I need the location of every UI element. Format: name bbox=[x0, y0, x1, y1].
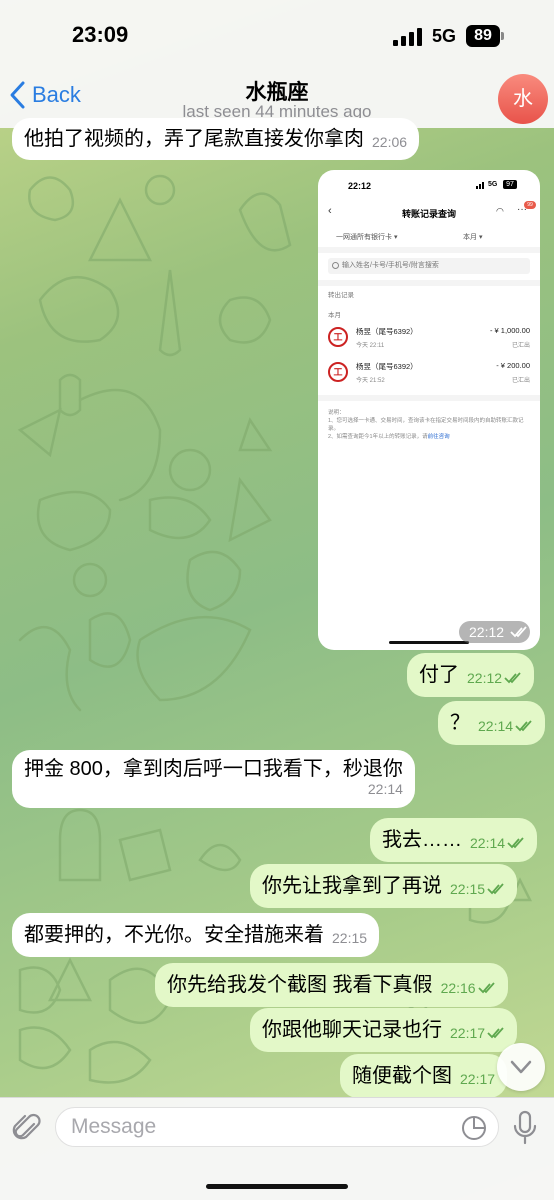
message-text: 押金 800，拿到肉后呼一口我看下，秒退你 bbox=[24, 758, 403, 780]
message-text: 都要押的，不光你。安全措施来着 bbox=[24, 924, 324, 946]
divider bbox=[318, 280, 540, 286]
record-status: 已汇出 bbox=[511, 378, 530, 384]
screenshot-battery: 97 bbox=[503, 180, 517, 189]
record-amount: - ¥ 1,000.00 bbox=[489, 326, 530, 335]
home-indicator bbox=[206, 1184, 348, 1189]
message-time: 22:17 bbox=[450, 1025, 505, 1041]
message-time: 22:15 bbox=[450, 881, 505, 897]
record-amount: - ¥ 200.00 bbox=[496, 361, 530, 370]
screenshot-filter-bank: 一网通所有银行卡 ▾ bbox=[336, 234, 398, 241]
record-date: 今天 22:11 bbox=[356, 343, 385, 349]
network-type: 5G bbox=[432, 26, 457, 46]
note-title: 说明： bbox=[328, 410, 345, 416]
avatar[interactable]: 水 bbox=[498, 74, 548, 124]
double-check-icon bbox=[510, 626, 527, 638]
divider bbox=[318, 395, 540, 401]
navigation-bar: 23:09 5G 89 Back 水瓶座 last seen 44 minute… bbox=[0, 0, 554, 128]
message-time: 22:12 bbox=[469, 624, 505, 640]
message-outgoing[interactable]: 你先让我拿到了再说 22:15 bbox=[250, 864, 518, 908]
screenshot-note: 说明： 1、您可选择一卡通、交易时间，查询该卡在指定交易时间段内的自助转账汇款记… bbox=[328, 409, 530, 441]
message-text: ？ bbox=[450, 712, 470, 734]
message-incoming[interactable]: 他拍了视频的，弄了尾款直接发你拿肉 22:06 bbox=[12, 118, 420, 160]
image-message[interactable]: 22:12 5G 97 ‹ 转账记录查询 ◠ ··· 99 一网通所有银行卡 ▾… bbox=[318, 170, 540, 650]
message-outgoing[interactable]: 我去…… 22:14 bbox=[370, 818, 538, 862]
screenshot-search: 输入姓名/卡号/手机号/附言搜索 bbox=[328, 258, 530, 274]
record-status: 已汇出 bbox=[511, 343, 530, 349]
screenshot-filter-period: 本月 ▾ bbox=[463, 234, 483, 241]
message-time: 22:12 bbox=[467, 670, 522, 686]
message-text: 你跟他聊天记录也行 bbox=[262, 1019, 442, 1041]
status-time: 23:09 bbox=[72, 22, 129, 47]
message-text: 随便截个图 bbox=[352, 1065, 452, 1087]
screenshot-record: 工 杨昱（尾号6392） 今天 22:11 - ¥ 1,000.00 已汇出 bbox=[328, 323, 530, 353]
record-name: 杨昱（尾号6392） bbox=[356, 327, 418, 336]
divider bbox=[318, 247, 540, 253]
message-time: 22:17 bbox=[460, 1071, 496, 1087]
double-check-icon bbox=[487, 883, 504, 895]
paperclip-icon[interactable] bbox=[12, 1112, 42, 1146]
double-check-icon bbox=[477, 982, 495, 994]
signal-icon bbox=[393, 28, 422, 46]
message-time: 22:14 bbox=[367, 781, 403, 797]
message-incoming[interactable]: 押金 800，拿到肉后呼一口我看下，秒退你 22:14 bbox=[12, 750, 415, 808]
screenshot-section: 转出记录 bbox=[328, 292, 354, 299]
message-outgoing[interactable]: ？ 22:14 bbox=[438, 701, 546, 745]
message-time: 22:16 bbox=[441, 980, 496, 996]
message-text: 你先让我拿到了再说 bbox=[262, 875, 442, 897]
message-text: 你先给我发个截图 我看下真假 bbox=[167, 974, 433, 996]
sticker-icon[interactable] bbox=[461, 1115, 487, 1141]
bank-logo-icon: 工 bbox=[328, 362, 348, 382]
message-text: 付了 bbox=[419, 664, 459, 686]
chevron-down-icon bbox=[510, 1060, 532, 1074]
message-outgoing[interactable]: 你先给我发个截图 我看下真假 22:16 bbox=[155, 963, 508, 1007]
message-outgoing[interactable]: 随便截个图 22:17 bbox=[340, 1054, 508, 1098]
message-time: 22:14 bbox=[478, 718, 533, 734]
screenshot-signal-icon bbox=[476, 182, 484, 189]
message-incoming[interactable]: 都要押的，不光你。安全措施来着 22:15 bbox=[12, 913, 380, 957]
screenshot-home-indicator bbox=[389, 641, 469, 644]
screenshot-headset-icon: ◠ bbox=[496, 206, 504, 216]
battery-icon: 89 bbox=[466, 25, 504, 47]
message-input[interactable]: Message bbox=[55, 1107, 499, 1147]
note-line: 1、您可选择一卡通、交易时间，查询该卡在指定交易时间段内的自助转账汇款记录。 bbox=[328, 418, 524, 432]
screenshot-status-time: 22:12 bbox=[348, 181, 372, 191]
message-outgoing[interactable]: 你跟他聊天记录也行 22:17 bbox=[250, 1008, 518, 1052]
message-time: 22:15 bbox=[332, 930, 368, 946]
screenshot-network: 5G bbox=[488, 181, 498, 188]
image-time-badge: 22:12 bbox=[459, 621, 530, 643]
screenshot-title: 转账记录查询 bbox=[401, 209, 456, 219]
microphone-icon[interactable] bbox=[512, 1110, 538, 1146]
bank-logo-icon: 工 bbox=[328, 327, 348, 347]
record-name: 杨昱（尾号6392） bbox=[356, 362, 418, 371]
double-check-icon bbox=[504, 672, 521, 684]
double-check-icon bbox=[515, 720, 532, 732]
message-outgoing[interactable]: 付了 22:12 bbox=[407, 653, 535, 697]
screenshot-record: 工 杨昱（尾号6392） 今天 21:52 - ¥ 200.00 已汇出 bbox=[328, 358, 530, 388]
message-text: 他拍了视频的，弄了尾款直接发你拿肉 bbox=[24, 128, 364, 150]
scroll-to-bottom-button[interactable] bbox=[497, 1043, 545, 1091]
note-link: 前往咨询 bbox=[427, 434, 450, 440]
double-check-icon bbox=[507, 837, 524, 849]
note-line: 2、如需查询距今1年以上的转账记录，请前往咨询 bbox=[328, 434, 450, 440]
double-check-icon bbox=[487, 1027, 504, 1039]
record-date: 今天 21:52 bbox=[356, 378, 385, 384]
screenshot-month: 本月 bbox=[328, 312, 341, 319]
message-time: 22:14 bbox=[470, 835, 525, 851]
message-text: 我去…… bbox=[382, 829, 462, 851]
screenshot-badge: 99 bbox=[524, 201, 536, 209]
message-time: 22:06 bbox=[372, 134, 408, 150]
